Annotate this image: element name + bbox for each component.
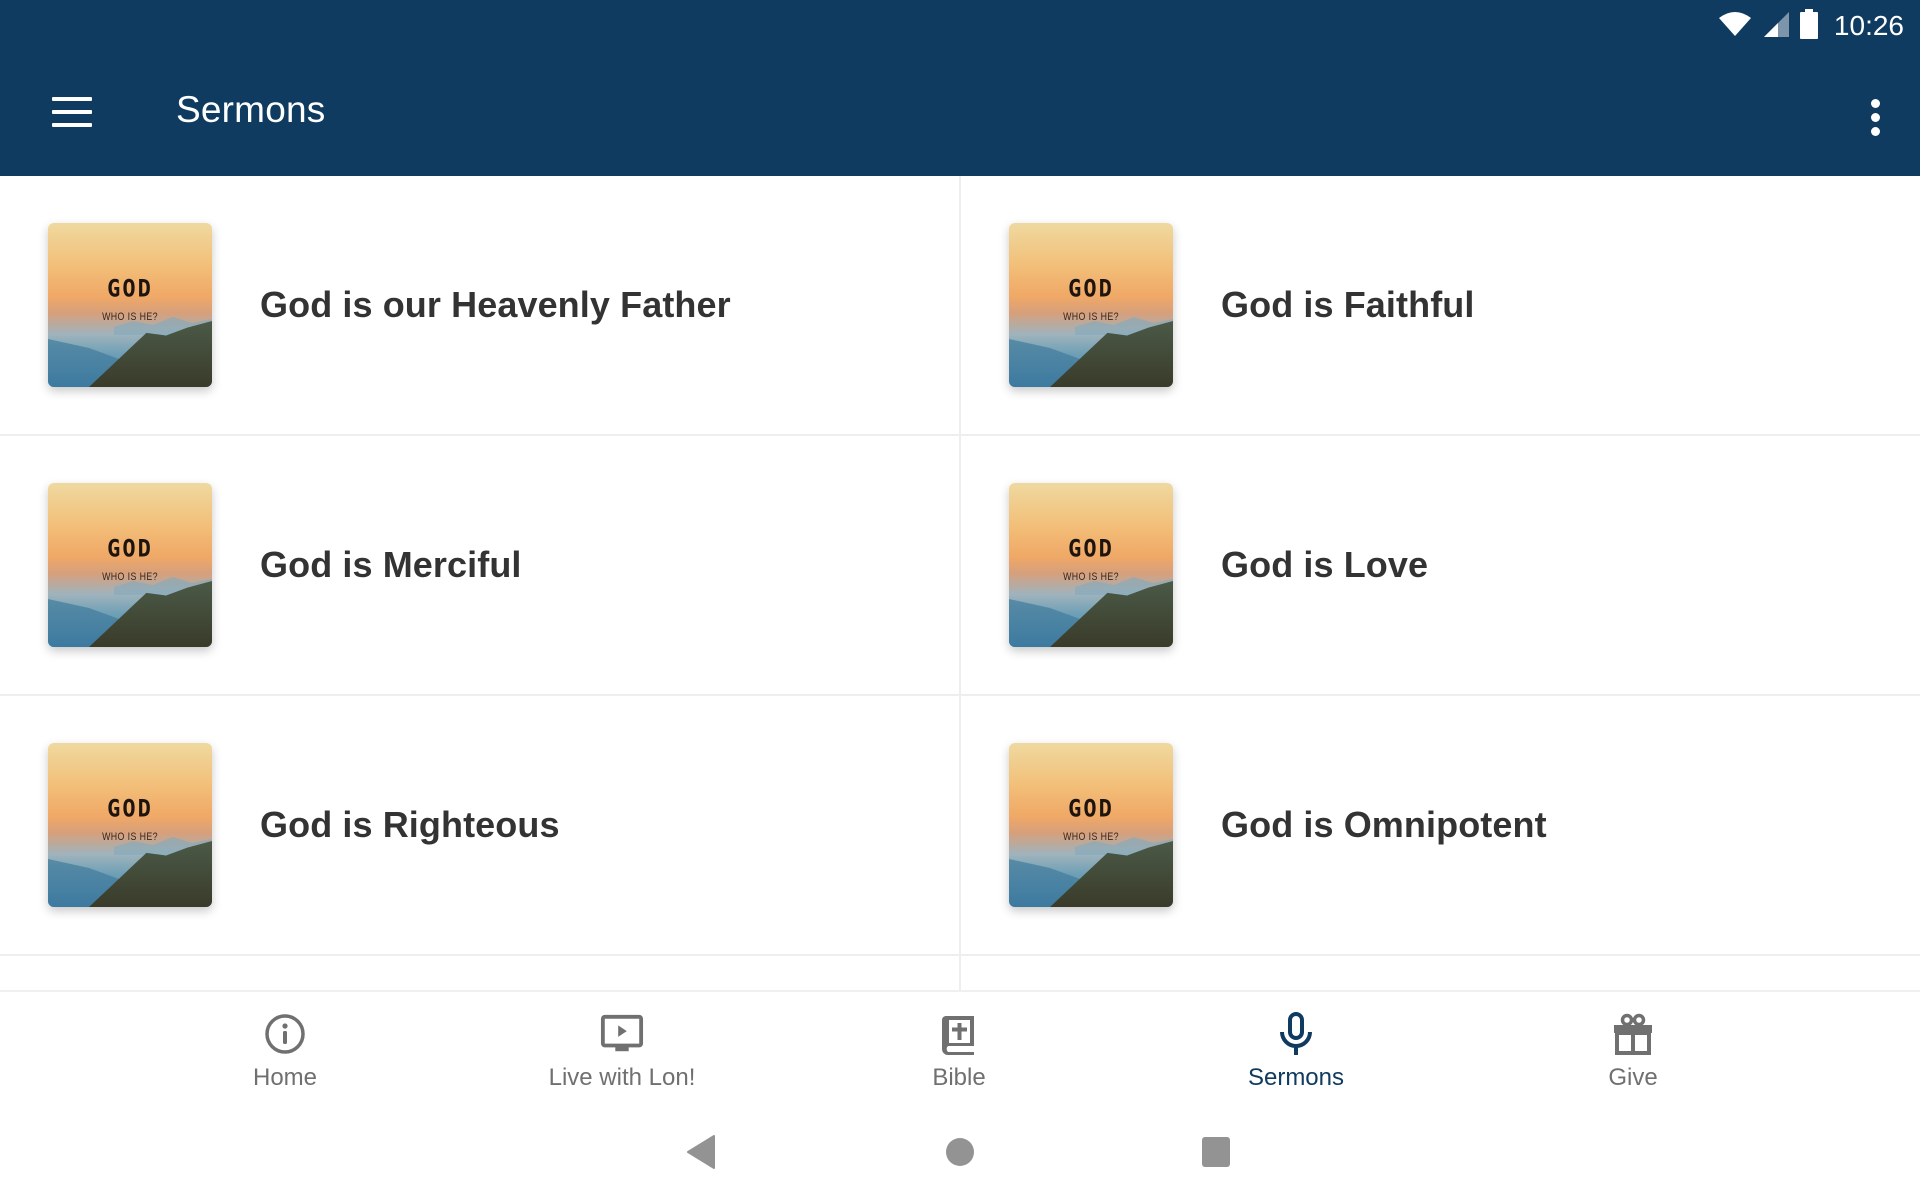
thumbnail-title: GOD xyxy=(107,275,153,304)
cellular-signal-icon xyxy=(1762,10,1790,43)
thumbnail-subtitle: WHO IS HE? xyxy=(1063,311,1119,323)
nav-item-give[interactable]: Give xyxy=(1483,992,1783,1102)
info-circle-icon xyxy=(263,1012,307,1056)
microphone-icon xyxy=(1274,1012,1318,1056)
sermon-title: God is Merciful xyxy=(260,544,522,585)
sermon-title: God is Love xyxy=(1221,544,1429,585)
sermon-list[interactable]: GOD WHO IS HE? God is our Heavenly Fathe… xyxy=(0,176,1920,990)
status-time: 10:26 xyxy=(1833,10,1904,41)
sermon-item[interactable]: GOD WHO IS HE? God is Faithful xyxy=(961,176,1920,436)
home-icon[interactable] xyxy=(938,1130,982,1174)
more-vertical-icon[interactable] xyxy=(1860,92,1890,142)
back-icon[interactable] xyxy=(680,1130,724,1174)
system-navigation-bar xyxy=(0,1100,1920,1200)
page-title: Sermons xyxy=(176,89,326,130)
sermon-thumbnail: GOD WHO IS HE? xyxy=(48,483,212,647)
nav-label: Live with Lon! xyxy=(548,1064,696,1091)
sermon-thumbnail: GOD WHO IS HE? xyxy=(1009,743,1173,907)
sermon-thumbnail: GOD WHO IS HE? xyxy=(48,743,212,907)
recents-icon[interactable] xyxy=(1194,1130,1238,1174)
thumbnail-subtitle: WHO IS HE? xyxy=(102,831,158,843)
thumbnail-subtitle: WHO IS HE? xyxy=(1063,831,1119,843)
sermon-thumbnail: GOD WHO IS HE? xyxy=(1009,223,1173,387)
nav-item-live[interactable]: Live with Lon! xyxy=(472,992,772,1102)
sermon-title: God is our Heavenly Father xyxy=(260,284,731,325)
sermon-title: God is Righteous xyxy=(260,804,560,845)
nav-item-bible[interactable]: Bible xyxy=(809,992,1109,1102)
thumbnail-title: GOD xyxy=(1068,795,1114,824)
nav-label: Home xyxy=(252,1064,318,1091)
thumbnail-subtitle: WHO IS HE? xyxy=(102,311,158,323)
nav-item-sermons[interactable]: Sermons xyxy=(1146,992,1446,1102)
tv-play-icon xyxy=(600,1012,644,1056)
nav-label: Sermons xyxy=(1247,1064,1345,1091)
thumbnail-subtitle: WHO IS HE? xyxy=(1063,571,1119,583)
sermon-thumbnail: GOD WHO IS HE? xyxy=(48,223,212,387)
sermon-item[interactable]: GOD WHO IS HE? God is our Heavenly Fathe… xyxy=(0,176,960,436)
nav-label: Bible xyxy=(932,1064,986,1091)
nav-item-home[interactable]: Home xyxy=(135,992,435,1102)
thumbnail-title: GOD xyxy=(107,535,153,564)
sermon-item[interactable]: GOD WHO IS HE? God is Righteous xyxy=(0,696,960,956)
nav-label: Give xyxy=(1608,1064,1658,1091)
hamburger-menu-icon[interactable] xyxy=(44,88,100,136)
battery-icon xyxy=(1799,8,1818,44)
gift-icon xyxy=(1611,1012,1655,1056)
status-bar: 10:26 xyxy=(1718,6,1904,46)
sermon-item[interactable]: GOD WHO IS HE? God is Omnipotent xyxy=(961,696,1920,956)
thumbnail-title: GOD xyxy=(107,795,153,824)
sermon-item[interactable]: GOD WHO IS HE? God is Merciful xyxy=(0,436,960,696)
sermon-title: God is Faithful xyxy=(1221,284,1475,325)
thumbnail-title: GOD xyxy=(1068,275,1114,304)
sermon-title: God is Omnipotent xyxy=(1221,804,1547,845)
thumbnail-title: GOD xyxy=(1068,535,1114,564)
thumbnail-subtitle: WHO IS HE? xyxy=(102,571,158,583)
app-bar: 10:26 Sermons xyxy=(0,0,1920,176)
sermon-thumbnail: GOD WHO IS HE? xyxy=(1009,483,1173,647)
bible-icon xyxy=(937,1012,981,1056)
bottom-navigation: Home Live with Lon! Bible Sermons Give xyxy=(0,990,1920,1100)
wifi-icon xyxy=(1718,11,1752,42)
sermon-item[interactable]: GOD WHO IS HE? God is Love xyxy=(961,436,1920,696)
